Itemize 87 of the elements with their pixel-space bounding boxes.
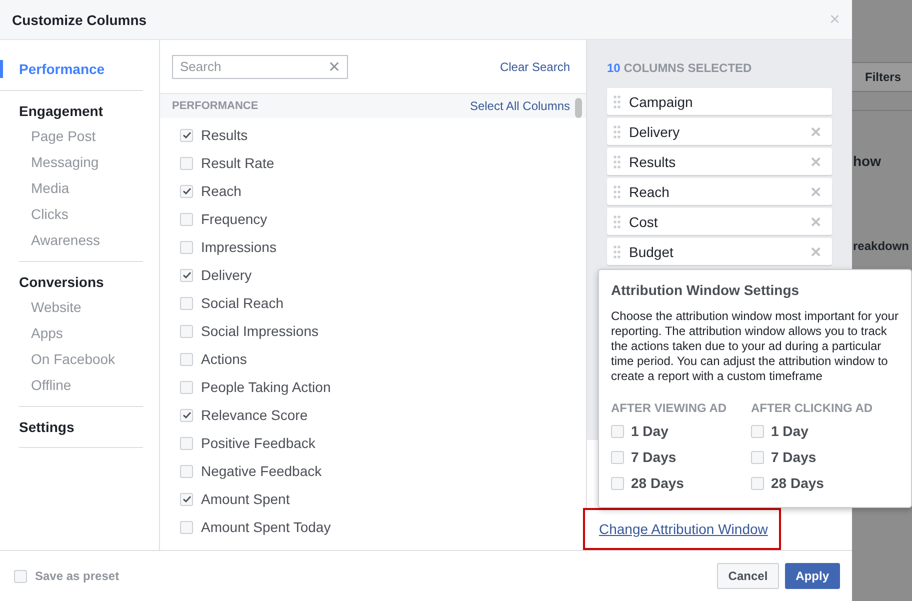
nav-subitem[interactable]: Messaging [19,153,99,171]
columns-selected-heading: 10 COLUMNS SELECTED [607,61,753,77]
checkbox[interactable] [180,324,193,338]
metric-label: Amount Spent Today [201,519,331,535]
nav-item[interactable]: Settings [19,419,74,435]
checkbox[interactable] [751,476,764,490]
checkbox[interactable] [751,450,764,464]
checkbox[interactable] [180,380,193,394]
drag-handle-icon[interactable] [613,124,621,138]
popover-title: Attribution Window Settings [611,282,800,298]
metric-label: Frequency [201,211,268,227]
checkbox[interactable] [180,408,193,422]
nav-subitem[interactable]: Website [19,298,82,316]
background-text: how [853,153,881,169]
nav-subitem[interactable]: On Facebook [19,350,116,368]
metric-label: Relevance Score [201,407,308,423]
attribution-link[interactable]: Change Attribution Window [599,521,768,537]
nav-subitem[interactable]: Page Post [19,127,96,145]
save-preset-label: Save as preset [35,569,120,583]
nav-subitem[interactable]: Clicks [19,205,68,223]
checkbox[interactable] [611,424,624,438]
checkbox[interactable] [180,520,193,534]
nav-subitem[interactable]: Awareness [19,231,100,249]
checkbox[interactable] [611,476,624,490]
selected-column[interactable]: Campaign [607,88,832,115]
selected-column[interactable]: Delivery ✕ [607,118,832,145]
drag-handle-icon[interactable] [613,244,621,258]
metric-label: Negative Feedback [201,463,322,479]
option-label: 28 Days [771,475,824,491]
metric-label: Actions [201,351,247,367]
option-label: 7 Days [771,449,816,465]
selected-column[interactable]: Cost ✕ [607,208,832,235]
window-title: Customize Columns [12,12,147,28]
checkbox[interactable] [180,296,193,310]
metric-label: Delivery [201,267,252,283]
popover-description: Choose the attribution window most important for your reporting. The attribution window allows you to track the actions taken due to your ad during a particular time period. You can adjust the attribution window to create a report with a custom timeframe [611,309,899,384]
metric-label: Amount Spent [201,491,290,507]
checkbox[interactable] [180,156,193,170]
selected-column[interactable]: Reach ✕ [607,178,832,205]
checkbox[interactable] [180,436,193,450]
close-button[interactable]: × [829,9,840,30]
search-field[interactable]: Search ✕ [172,54,348,78]
checkbox[interactable] [180,352,193,366]
selected-column[interactable]: Results ✕ [607,148,832,175]
checkbox[interactable] [180,464,193,478]
cancel-button[interactable]: Cancel [717,563,779,589]
checkbox[interactable] [180,212,193,226]
metric-label: Results [201,127,248,143]
option-label: 1 Day [771,423,808,439]
checkbox[interactable] [180,128,193,142]
metric-label: Result Rate [201,155,274,171]
checkbox[interactable] [611,450,624,464]
group-heading: AFTER CLICKING AD [751,401,874,415]
checkbox[interactable] [180,240,193,254]
checkbox[interactable] [180,268,193,282]
drag-handle-icon[interactable] [613,94,621,108]
select-all-link[interactable]: Select All Columns [470,99,570,113]
metric-label: People Taking Action [201,379,331,395]
drag-handle-icon[interactable] [613,154,621,168]
nav-item[interactable]: Performance [0,60,105,78]
checkbox[interactable] [751,424,764,438]
metric-label: Social Reach [201,295,284,311]
nav-subitem[interactable]: Apps [19,324,63,342]
clear-search-link[interactable]: Clear Search [500,60,570,74]
nav-subitem[interactable]: Media [19,179,70,197]
selected-column[interactable]: Budget ✕ [607,238,832,265]
nav-item[interactable]: Engagement [19,103,104,119]
metric-label: Reach [201,183,242,199]
metric-label: Social Impressions [201,323,318,339]
drag-handle-icon[interactable] [613,214,621,228]
section-title: PERFORMANCE [172,100,258,112]
checkbox[interactable] [14,570,27,582]
metric-label: Positive Feedback [201,435,316,451]
checkbox[interactable] [180,492,193,506]
group-heading: AFTER VIEWING AD [611,401,727,415]
checkbox[interactable] [180,184,193,198]
option-label: 7 Days [631,449,676,465]
background-text: reakdown [853,239,910,253]
drag-handle-icon[interactable] [613,184,621,198]
option-label: 1 Day [631,423,668,439]
nav-item[interactable]: Conversions [19,274,104,290]
clear-icon[interactable]: ✕ [328,58,341,76]
apply-button[interactable]: Apply [784,563,840,589]
option-label: 28 Days [631,475,684,491]
metric-label: Impressions [201,239,276,255]
scrollbar-thumb[interactable] [575,98,582,118]
nav-subitem[interactable]: Offline [19,376,72,394]
